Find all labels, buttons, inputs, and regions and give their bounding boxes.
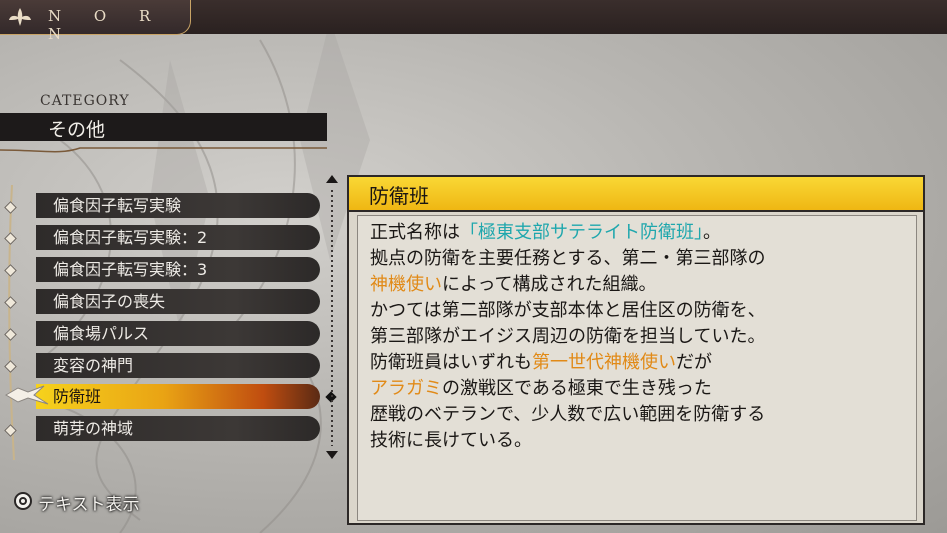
norn-logo-text: N O R N	[48, 7, 165, 43]
text-span: だが	[676, 352, 712, 373]
text-display-label[interactable]: テキスト表示	[38, 490, 140, 515]
list-item-0[interactable]: 偏食因子転写実験	[36, 193, 320, 218]
leaf-crest-icon	[9, 8, 31, 26]
category-label: CATEGORY	[40, 93, 130, 109]
top-bar: N O R N	[0, 0, 947, 43]
detail-title-bar: 防衛班	[349, 177, 923, 212]
list-marker	[4, 424, 17, 437]
detail-body: 正式名称は「極東支部サテライト防衛班」。 拠点の防衛を主要任務とする、第二・第三…	[357, 215, 917, 521]
highlight-text: 神機使い	[370, 274, 442, 295]
detail-line: 防衛班員はいずれも第一世代神機使いだが	[370, 348, 712, 374]
detail-line: 拠点の防衛を主要任務とする、第二・第三部隊の	[370, 248, 766, 269]
list-item-2[interactable]: 偏食因子転写実験：3	[36, 257, 320, 282]
highlight-text: 「極東支部サテライト防衛班」	[460, 222, 703, 243]
list-item-1[interactable]: 偏食因子転写実験：2	[36, 225, 320, 250]
highlight-text: アラガミ	[370, 378, 442, 399]
detail-line: かつては第二部隊が支部本体と居住区の防衛を、	[370, 300, 766, 321]
list-item-4[interactable]: 偏食場パルス	[36, 321, 320, 346]
list-item-3[interactable]: 偏食因子の喪失	[36, 289, 320, 314]
detail-line: 歴戦のベテランで、少人数で広い範囲を防衛する	[370, 404, 766, 425]
list-marker	[4, 264, 17, 277]
text-span: の激戦区である極東で生き残った	[442, 378, 712, 399]
detail-line: 技術に長けている。	[370, 430, 532, 451]
text-span: によって構成された組織。	[442, 274, 657, 295]
scroll-down-icon[interactable]	[326, 451, 338, 459]
highlight-text: 第一世代神機使い	[532, 352, 676, 373]
list-marker	[4, 328, 17, 341]
scrollbar-track[interactable]	[331, 190, 333, 446]
text-span: 正式名称は	[370, 222, 460, 243]
list-marker	[4, 296, 17, 309]
category-bar: その他	[0, 113, 327, 141]
detail-line: 神機使いによって構成された組織。	[370, 270, 657, 296]
detail-panel: 防衛班 正式名称は「極東支部サテライト防衛班」。 拠点の防衛を主要任務とする、第…	[347, 175, 925, 525]
detail-line: 正式名称は「極東支部サテライト防衛班」。	[370, 218, 721, 244]
scroll-up-icon[interactable]	[326, 175, 338, 183]
category-value: その他	[48, 119, 106, 141]
list-item-7[interactable]: 萌芽の神域	[36, 416, 320, 441]
list-item-6-selected[interactable]: 防衛班	[36, 384, 320, 409]
selection-cursor-icon	[5, 385, 49, 405]
norn-tab: N O R N	[0, 0, 191, 43]
text-span: 。	[703, 222, 721, 243]
list-marker	[4, 360, 17, 373]
circle-button-icon[interactable]	[14, 492, 32, 510]
text-span: 防衛班員はいずれも	[370, 352, 532, 373]
detail-title: 防衛班	[369, 184, 429, 208]
detail-line: アラガミの激戦区である極東で生き残った	[370, 374, 712, 400]
list-marker	[4, 232, 17, 245]
list-marker	[4, 201, 17, 214]
detail-line: 第三部隊がエイジス周辺の防衛を担当していた。	[370, 326, 766, 347]
list-item-5[interactable]: 変容の神門	[36, 353, 320, 378]
